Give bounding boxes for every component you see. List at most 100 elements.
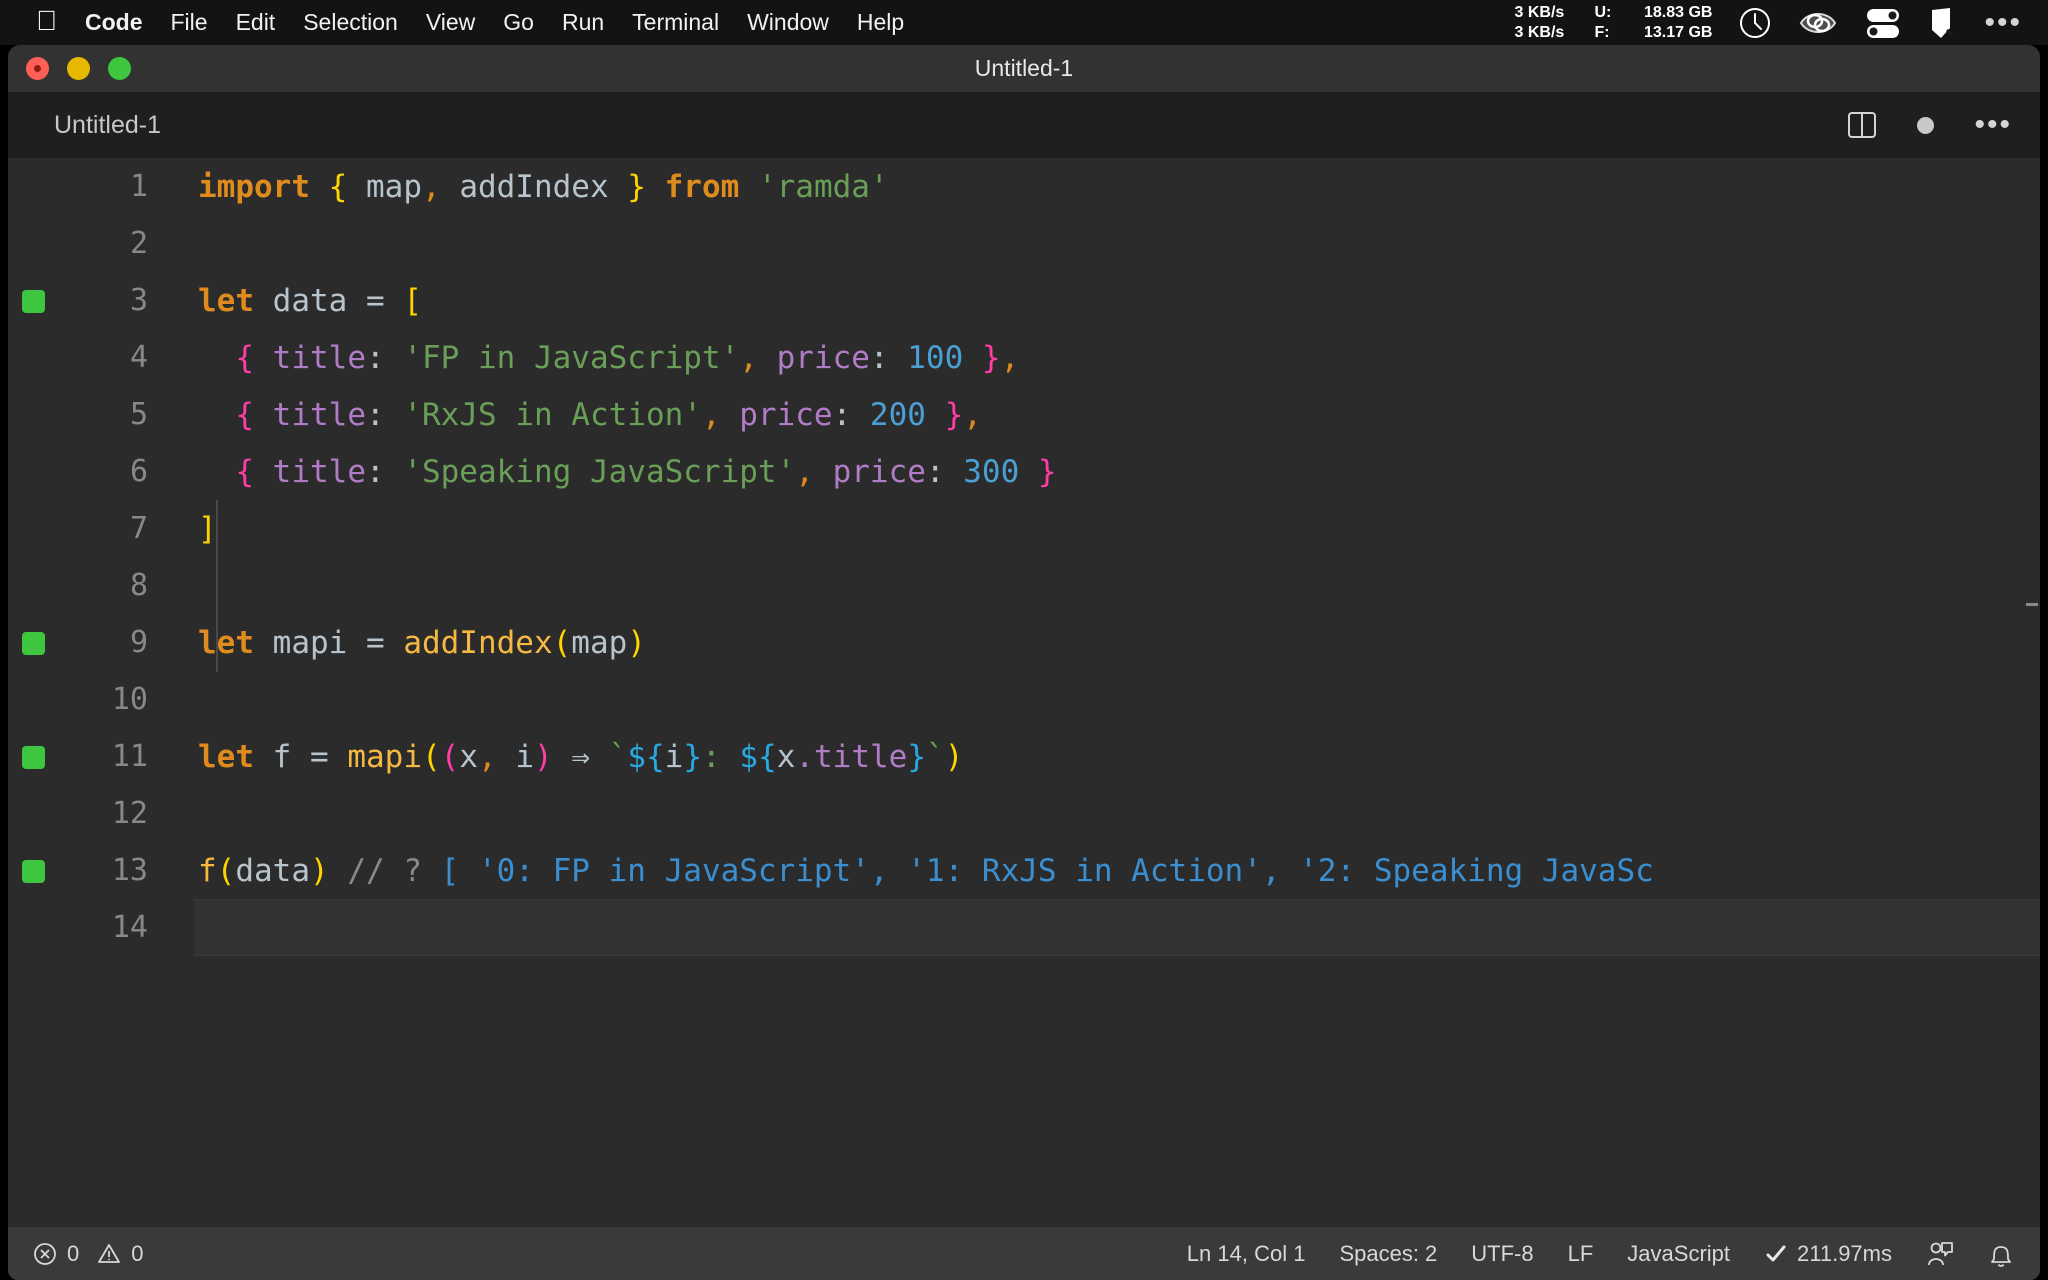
cursor-position-status[interactable]: Ln 14, Col 1	[1187, 1241, 1306, 1267]
token-number: 300	[944, 453, 1020, 490]
token-paren: (	[552, 624, 572, 661]
menu-item-run[interactable]: Run	[562, 9, 604, 36]
token-identifier: addIndex	[440, 168, 628, 205]
token-param: i	[496, 738, 534, 775]
shield-icon[interactable]	[1928, 6, 1958, 40]
token-brace: }	[1019, 453, 1057, 490]
token-identifier: i	[664, 738, 684, 775]
line-number: 1	[129, 169, 148, 204]
code-line[interactable]: 7 ]	[8, 500, 2040, 557]
menu-item-help[interactable]: Help	[857, 9, 904, 36]
token-colon: :	[869, 339, 889, 376]
line-number: 10	[111, 682, 148, 717]
code-line[interactable]: 9 let mapi = addIndex(map)	[8, 614, 2040, 671]
token-brace: {	[235, 339, 254, 376]
menu-item-selection[interactable]: Selection	[303, 9, 398, 36]
token-property: price	[813, 453, 926, 490]
line-content: { title: 'FP in JavaScript', price: 100 …	[148, 340, 1019, 376]
token-operator: =	[365, 624, 404, 661]
token-comma: ,	[478, 738, 497, 775]
code-line[interactable]: 8	[8, 557, 2040, 614]
line-number: 6	[129, 454, 148, 489]
token-property: price	[757, 339, 870, 376]
tab-untitled-1[interactable]: Untitled-1	[54, 111, 161, 140]
inline-result-value: [ '0: FP in JavaScript', '1: RxJS in Act…	[440, 852, 1654, 889]
token-paren: )	[627, 624, 646, 661]
line-content: ]	[148, 511, 217, 547]
status-bar-left: 0 0	[32, 1241, 144, 1267]
token-param: x	[459, 738, 478, 775]
line-number: 5	[129, 397, 148, 432]
token-backtick: `	[926, 738, 945, 775]
line-number: 12	[111, 796, 148, 831]
code-line[interactable]: 6 { title: 'Speaking JavaScript', price:…	[8, 443, 2040, 500]
code-line[interactable]: 13 f(data) // ? [ '0: FP in JavaScript',…	[8, 842, 2040, 899]
menu-item-window[interactable]: Window	[747, 9, 829, 36]
code-editor[interactable]: 1 import { map, addIndex } from 'ramda' …	[8, 158, 2040, 1227]
apple-logo-icon[interactable]: 	[36, 6, 57, 35]
menu-item-file[interactable]: File	[171, 9, 208, 36]
token-keyword: let	[198, 624, 254, 661]
token-colon: :	[365, 339, 385, 376]
token-function: mapi	[347, 738, 422, 775]
token-brace: }	[925, 396, 964, 433]
code-line[interactable]: 10	[8, 671, 2040, 728]
toggles-icon[interactable]	[1864, 6, 1902, 40]
error-circle-icon	[34, 1242, 56, 1265]
code-line[interactable]: 5 { title: 'RxJS in Action', price: 200 …	[8, 386, 2040, 443]
token-colon: :	[925, 453, 945, 490]
token-backtick: `	[608, 738, 628, 775]
run-time-status[interactable]: 211.97ms	[1764, 1241, 1892, 1267]
token-string: 'Speaking JavaScript'	[384, 453, 796, 490]
code-line[interactable]: 2	[8, 215, 2040, 272]
token-string: :	[702, 738, 721, 775]
execution-ok-indicator	[22, 860, 45, 883]
download-speed: 3 KB/s	[1514, 23, 1565, 41]
token-number: 100	[888, 339, 964, 376]
ellipsis-icon[interactable]: •••	[1984, 7, 2022, 37]
notifications-bell-icon[interactable]	[1988, 1240, 2014, 1268]
token-comma: ,	[701, 396, 721, 433]
line-number: 7	[129, 511, 148, 546]
menu-item-view[interactable]: View	[426, 9, 475, 36]
token-keyword: from	[645, 168, 758, 205]
menu-item-go[interactable]: Go	[503, 9, 534, 36]
code-line[interactable]: 11 let f = mapi((x, i) ⇒ `${i}: ${x.titl…	[8, 728, 2040, 785]
run-time-value: 211.97ms	[1797, 1240, 1892, 1266]
eol-status[interactable]: LF	[1568, 1241, 1594, 1267]
indentation-status[interactable]: Spaces: 2	[1339, 1241, 1437, 1267]
problems-status[interactable]: 0 0	[32, 1241, 144, 1267]
line-content: f(data) // ? [ '0: FP in JavaScript', '1…	[148, 853, 1654, 889]
token-colon: :	[365, 453, 385, 490]
token-identifier: x	[776, 738, 796, 775]
code-line[interactable]: 3 let data = [	[8, 272, 2040, 329]
token-brace: }	[627, 168, 646, 205]
code-line[interactable]: 4 { title: 'FP in JavaScript', price: 10…	[8, 329, 2040, 386]
more-actions-icon[interactable]: •••	[1974, 110, 2012, 140]
token-bracket: [	[403, 282, 422, 319]
menu-item-code[interactable]: Code	[85, 9, 143, 36]
menu-item-terminal[interactable]: Terminal	[632, 9, 719, 36]
menu-item-edit[interactable]: Edit	[236, 9, 276, 36]
token-template-close: }	[683, 738, 703, 775]
feedback-icon[interactable]	[1926, 1240, 1954, 1268]
unsaved-dot-icon[interactable]	[1917, 116, 1935, 134]
token-brace: {	[328, 168, 348, 205]
network-stats-widget[interactable]: 3 KB/s U: 18.83 GB 3 KB/s F: 13.17 GB	[1514, 3, 1712, 43]
editor-action-group: •••	[1847, 110, 2012, 140]
execution-ok-indicator	[22, 290, 45, 313]
editor-tab-bar: Untitled-1 •••	[8, 92, 2040, 158]
split-editor-icon[interactable]	[1847, 110, 1877, 140]
token-template-open: ${	[627, 738, 665, 775]
code-line[interactable]: 14	[8, 899, 2040, 956]
token-property: .title	[795, 738, 908, 775]
encoding-status[interactable]: UTF-8	[1471, 1241, 1533, 1267]
line-content: { title: 'RxJS in Action', price: 200 },	[148, 397, 982, 433]
code-line[interactable]: 12	[8, 785, 2040, 842]
clock-icon[interactable]	[1738, 6, 1772, 40]
token-brace: {	[235, 396, 254, 433]
code-line[interactable]: 1 import { map, addIndex } from 'ramda'	[8, 158, 2040, 215]
language-mode-status[interactable]: JavaScript	[1627, 1241, 1730, 1267]
token-identifier: map	[347, 168, 422, 205]
eye-sleep-icon[interactable]	[1798, 7, 1838, 39]
